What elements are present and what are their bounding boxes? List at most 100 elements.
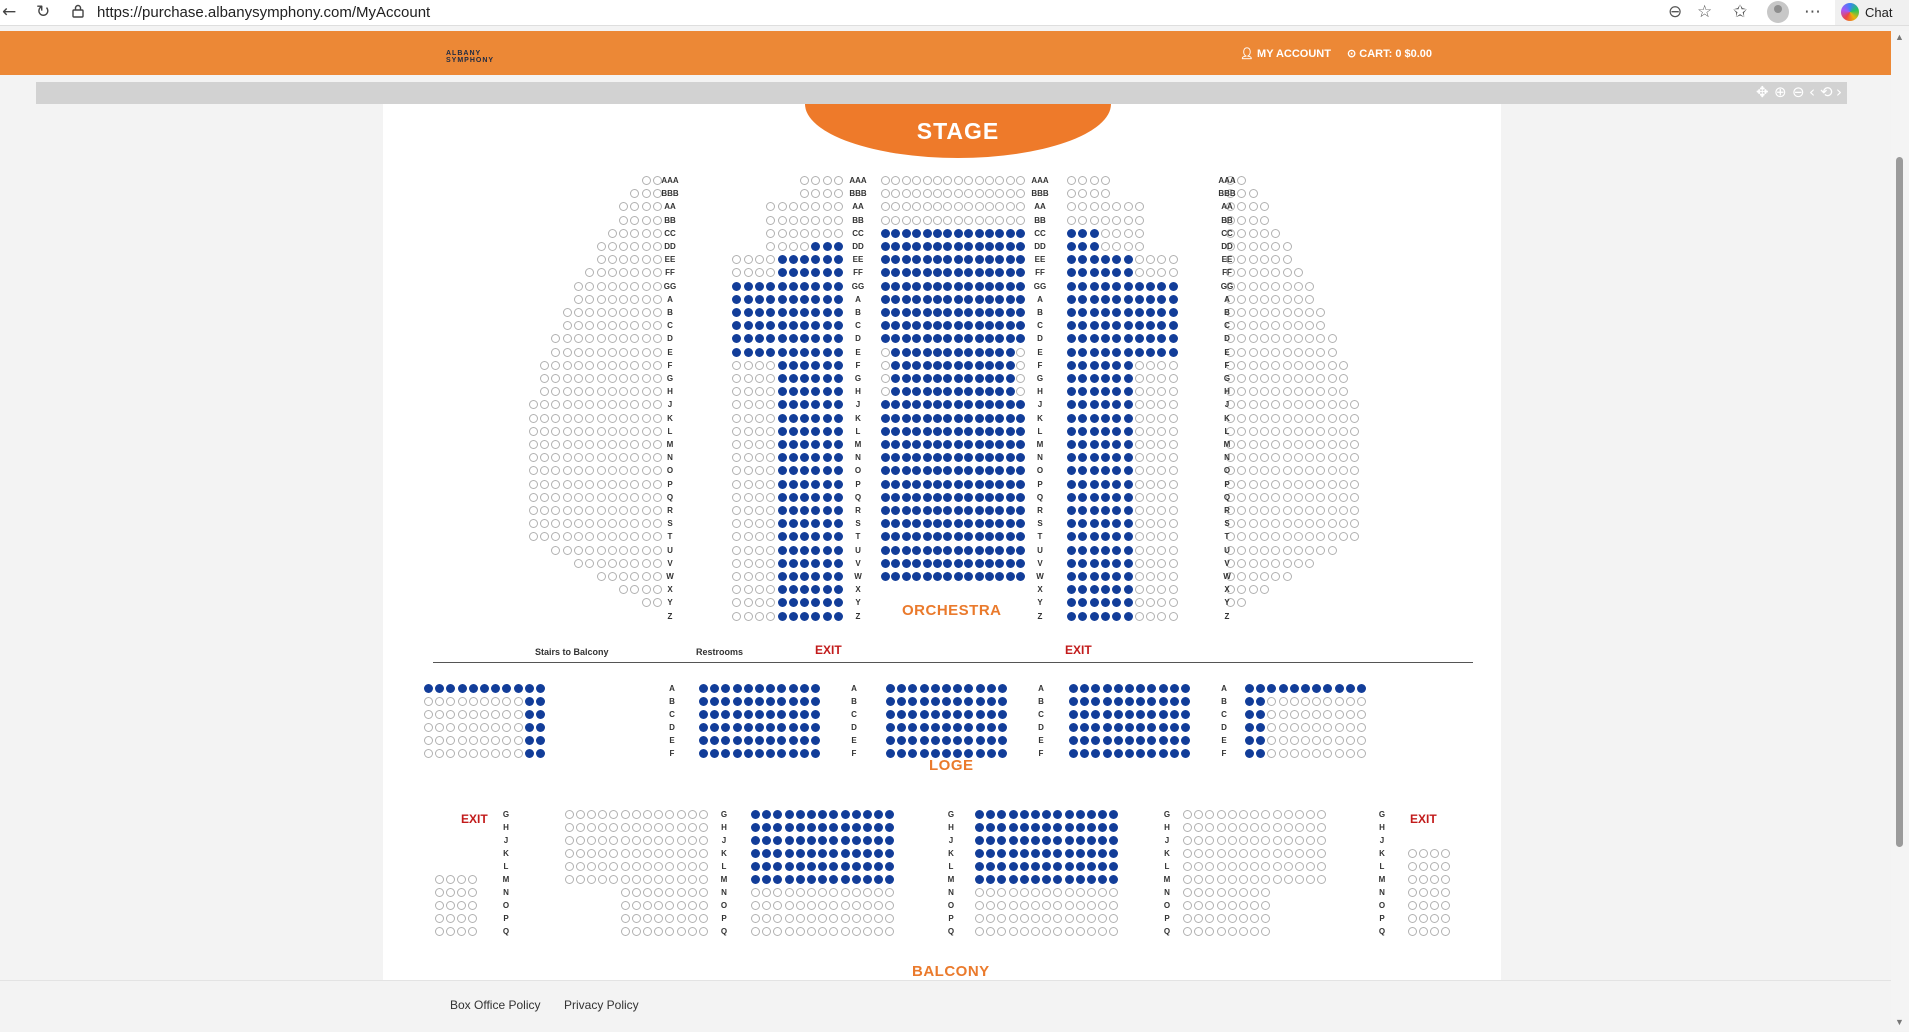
- seat-available[interactable]: [840, 875, 850, 884]
- seat-available[interactable]: [1098, 836, 1108, 845]
- seat-available[interactable]: [807, 862, 816, 871]
- seat-available[interactable]: [784, 862, 794, 871]
- seat-available[interactable]: [986, 810, 996, 819]
- seat-available[interactable]: [1089, 400, 1099, 410]
- seat-available[interactable]: [1109, 875, 1119, 884]
- seat-available[interactable]: [1157, 281, 1167, 291]
- seat-available[interactable]: [1016, 572, 1026, 581]
- seat-available[interactable]: [1100, 558, 1110, 568]
- seat-available[interactable]: [777, 545, 787, 555]
- seat-available[interactable]: [974, 321, 984, 331]
- seat-available[interactable]: [536, 749, 545, 758]
- seat-available[interactable]: [933, 413, 942, 423]
- seat-available[interactable]: [891, 308, 901, 317]
- seat-available[interactable]: [788, 308, 798, 317]
- seat-available[interactable]: [524, 684, 534, 693]
- seat-available[interactable]: [933, 572, 942, 581]
- seat-available[interactable]: [1125, 736, 1134, 745]
- seat-available[interactable]: [897, 723, 907, 732]
- seat-available[interactable]: [1181, 723, 1190, 732]
- seat-available[interactable]: [1016, 321, 1026, 331]
- seat-available[interactable]: [953, 479, 963, 489]
- seat-available[interactable]: [1067, 519, 1076, 529]
- seat-available[interactable]: [995, 334, 1005, 344]
- seat-available[interactable]: [922, 268, 932, 278]
- seat-available[interactable]: [822, 400, 832, 410]
- seat-available[interactable]: [1256, 684, 1266, 693]
- seat-available[interactable]: [1042, 823, 1052, 832]
- seat-available[interactable]: [834, 374, 843, 383]
- seat-available[interactable]: [777, 710, 787, 719]
- seat-available[interactable]: [811, 545, 821, 555]
- seat-available[interactable]: [788, 413, 798, 423]
- seat-available[interactable]: [1016, 426, 1026, 436]
- seat-available[interactable]: [1100, 492, 1110, 502]
- seat-available[interactable]: [1016, 453, 1026, 463]
- seat-available[interactable]: [1005, 506, 1015, 515]
- seat-available[interactable]: [974, 413, 984, 423]
- seat-available[interactable]: [1005, 387, 1015, 397]
- seat-available[interactable]: [822, 281, 832, 291]
- seat-available[interactable]: [943, 479, 953, 489]
- seat-available[interactable]: [1005, 334, 1015, 344]
- seat-available[interactable]: [777, 532, 787, 542]
- seat-available[interactable]: [964, 347, 974, 357]
- seat-available[interactable]: [891, 519, 901, 529]
- seat-available[interactable]: [755, 710, 764, 719]
- seat-available[interactable]: [901, 492, 911, 502]
- seat-available[interactable]: [986, 710, 996, 719]
- seat-available[interactable]: [1112, 453, 1122, 463]
- seat-available[interactable]: [922, 294, 932, 304]
- seat-available[interactable]: [891, 281, 901, 291]
- seat-available[interactable]: [822, 453, 832, 463]
- seat-available[interactable]: [964, 723, 974, 732]
- seat-available[interactable]: [953, 532, 963, 542]
- seat-available[interactable]: [732, 281, 742, 291]
- seat-available[interactable]: [943, 413, 953, 423]
- seat-available[interactable]: [1136, 749, 1146, 758]
- seat-available[interactable]: [891, 387, 901, 397]
- seat-available[interactable]: [834, 308, 843, 317]
- seat-available[interactable]: [777, 321, 787, 331]
- seat-available[interactable]: [1109, 849, 1119, 858]
- seat-available[interactable]: [732, 294, 742, 304]
- seat-available[interactable]: [1067, 360, 1076, 370]
- seat-available[interactable]: [1112, 268, 1122, 278]
- seat-available[interactable]: [840, 810, 850, 819]
- seat-available[interactable]: [881, 308, 890, 317]
- seat-available[interactable]: [799, 736, 809, 745]
- seat-available[interactable]: [891, 440, 901, 449]
- seat-available[interactable]: [777, 334, 787, 344]
- seat-available[interactable]: [834, 321, 843, 331]
- seat-available[interactable]: [942, 723, 951, 732]
- seat-available[interactable]: [901, 334, 911, 344]
- seat-available[interactable]: [1123, 479, 1133, 489]
- seat-available[interactable]: [1169, 697, 1179, 706]
- seat-available[interactable]: [885, 862, 895, 871]
- seat-available[interactable]: [1005, 479, 1015, 489]
- seat-available[interactable]: [1301, 684, 1310, 693]
- seat-available[interactable]: [766, 321, 776, 331]
- seat-available[interactable]: [943, 228, 953, 238]
- seat-available[interactable]: [1158, 723, 1168, 732]
- seat-available[interactable]: [1016, 242, 1026, 251]
- seat-available[interactable]: [985, 453, 994, 463]
- seat-available[interactable]: [811, 268, 821, 278]
- seat-available[interactable]: [1157, 321, 1167, 331]
- seat-available[interactable]: [777, 360, 787, 370]
- seat-available[interactable]: [834, 611, 843, 621]
- seat-available[interactable]: [1089, 242, 1099, 251]
- seat-available[interactable]: [732, 684, 742, 693]
- seat-available[interactable]: [881, 506, 890, 515]
- seat-available[interactable]: [1112, 545, 1122, 555]
- seat-available[interactable]: [891, 492, 901, 502]
- seat-available[interactable]: [811, 294, 821, 304]
- seat-available[interactable]: [1146, 334, 1156, 344]
- seat-available[interactable]: [1089, 585, 1099, 595]
- seat-available[interactable]: [995, 281, 1005, 291]
- seat-available[interactable]: [1089, 360, 1099, 370]
- seat-available[interactable]: [1053, 862, 1063, 871]
- seat-available[interactable]: [912, 242, 922, 251]
- seat-available[interactable]: [943, 558, 953, 568]
- seat-available[interactable]: [1075, 823, 1085, 832]
